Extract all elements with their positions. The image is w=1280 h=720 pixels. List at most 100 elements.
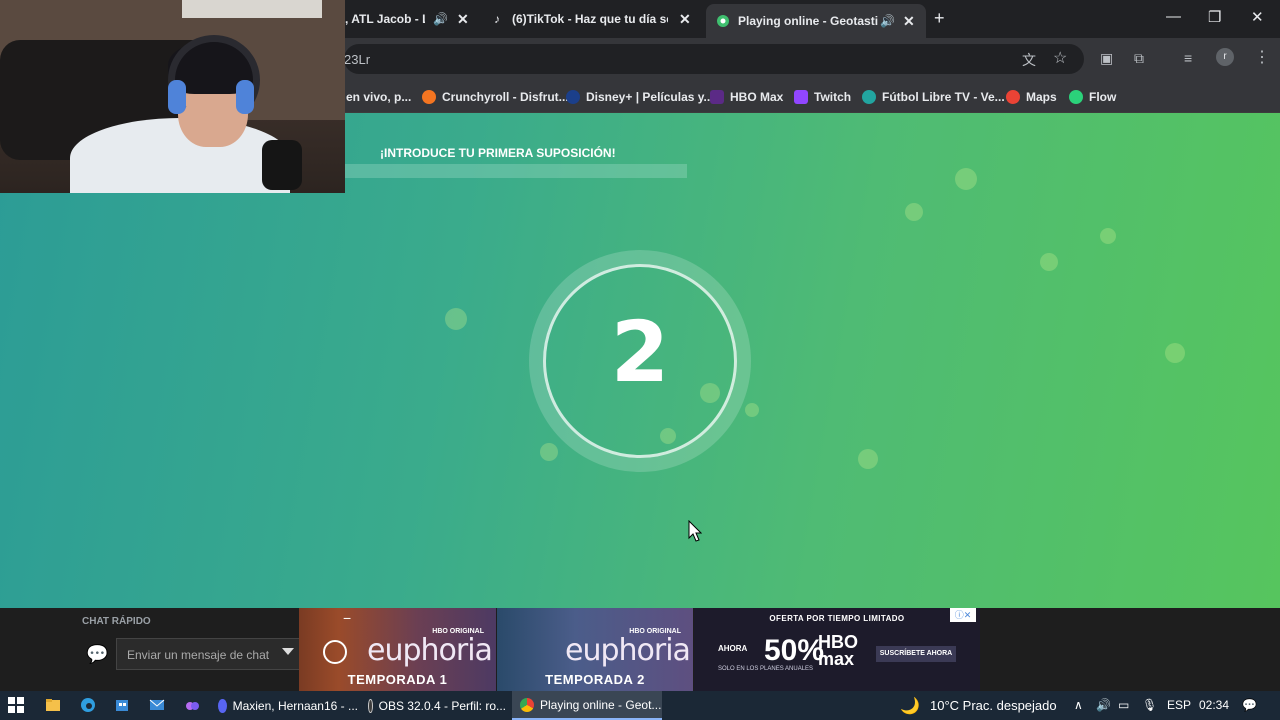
windows-start-icon[interactable]: [8, 697, 24, 713]
webcam-headset-ear: [168, 80, 186, 114]
store-icon[interactable]: [114, 697, 130, 713]
mail-icon[interactable]: [149, 697, 165, 713]
bookmark-item[interactable]: Disney+ | Películas y...: [566, 87, 714, 107]
collapse-ad-icon[interactable]: −: [343, 610, 351, 626]
bookmark-star-icon[interactable]: ☆: [1053, 48, 1067, 68]
ad-euphoria-season-2[interactable]: HBO ORIGINAL euphoria TEMPORADA 2: [497, 608, 693, 691]
tab-title: (6)TikTok - Haz que tu día sea e: [512, 12, 668, 26]
taskbar-app-obs[interactable]: OBS 32.0.4 - Perfil: ro...: [360, 691, 506, 720]
taskbar-app-discord[interactable]: Maxien, Hernaan16 - ...: [210, 691, 358, 720]
season-label: TEMPORADA 2: [545, 672, 645, 687]
bokeh-light: [745, 403, 759, 417]
season-label: TEMPORADA 1: [347, 672, 448, 687]
translate-icon[interactable]: 文: [1022, 50, 1036, 70]
speaker-icon[interactable]: 🔊: [880, 14, 895, 28]
close-window-icon[interactable]: ✕: [1251, 8, 1264, 26]
taskbar-app-chrome[interactable]: Playing online - Geot...: [512, 691, 662, 720]
quick-chat-label: CHAT RÁPIDO: [82, 616, 151, 627]
chevron-down-icon[interactable]: [282, 648, 294, 655]
weather-text[interactable]: 10°C Prac. despejado: [930, 698, 1057, 713]
bookmark-item[interactable]: Fútbol Libre TV - Ve...: [862, 87, 1005, 107]
bokeh-light: [540, 443, 558, 461]
discount-percent: 50%: [764, 634, 825, 667]
chrome-icon: [520, 697, 534, 712]
obs-icon: [368, 698, 373, 713]
webcam-person-body: [70, 118, 290, 193]
hbo-circle-icon: [323, 640, 347, 664]
webcam-poster: [182, 0, 322, 18]
crunchyroll-icon: [422, 90, 436, 104]
tab-geotastic[interactable]: Playing online - Geotastic 🔊 ✕: [706, 4, 926, 38]
minimize-icon[interactable]: —: [1166, 8, 1181, 25]
chevron-up-icon[interactable]: ∧: [1074, 698, 1083, 712]
clock[interactable]: 02:34: [1199, 698, 1229, 712]
extensions-icon[interactable]: ⧉: [1134, 50, 1144, 67]
close-tab-icon[interactable]: ✕: [457, 11, 469, 28]
ahora-label: AHORA: [718, 644, 748, 653]
disney-icon: [566, 90, 580, 104]
chat-bubble-icon: 💬: [86, 644, 109, 664]
twitch-icon: [794, 90, 808, 104]
media-controls-icon[interactable]: ≡: [1184, 50, 1192, 66]
menu-dots-icon[interactable]: ⋮: [1254, 47, 1270, 67]
euphoria-logo: euphoria: [565, 633, 691, 668]
subscribe-button[interactable]: SUSCRÍBETE AHORA: [876, 646, 956, 662]
ad-euphoria-season-1[interactable]: − HBO ORIGINAL euphoria TEMPORADA 1: [299, 608, 496, 691]
webcam-headset-ear: [236, 80, 254, 114]
bokeh-light: [1100, 228, 1116, 244]
bottom-bar: CHAT RÁPIDO 💬 Enviar un mensaje de chat …: [0, 608, 1280, 691]
tab-search-icon[interactable]: ▣: [1100, 50, 1113, 67]
app-icon[interactable]: [184, 697, 200, 713]
network-icon[interactable]: ▭: [1118, 698, 1129, 712]
euphoria-logo: euphoria: [367, 633, 493, 668]
webcam-microphone: [262, 140, 302, 190]
address-bar[interactable]: 23Lr: [344, 44, 1084, 74]
taskbar: Maxien, Hernaan16 - ... OBS 32.0.4 - Per…: [0, 691, 1280, 720]
annual-plans-label: SOLO EN LOS PLANES ANUALES: [718, 666, 814, 672]
tab-title: , ATL Jacob - Lur: [345, 12, 425, 26]
prompt-bar: [345, 164, 687, 178]
profile-avatar[interactable]: r: [1216, 48, 1234, 66]
close-tab-icon[interactable]: ✕: [679, 11, 691, 28]
tab-tiktok[interactable]: ♪ (6)TikTok - Haz que tu día sea e ✕: [490, 0, 700, 38]
futbol-libre-icon: [862, 90, 876, 104]
mouse-cursor-icon: [688, 519, 703, 547]
volume-icon[interactable]: 🔊: [1096, 698, 1111, 712]
bookmark-item[interactable]: Twitch: [794, 87, 851, 107]
speaker-icon[interactable]: 🔊: [433, 12, 448, 26]
tab-atl-jacob[interactable]: , ATL Jacob - Lur 🔊 ✕: [345, 0, 475, 38]
bookmark-item[interactable]: en vivo, p...: [346, 87, 411, 107]
flow-icon: [1069, 90, 1083, 104]
webcam-overlay: [0, 0, 345, 193]
chat-input[interactable]: Enviar un mensaje de chat: [116, 638, 300, 670]
language-indicator[interactable]: ESP: [1167, 698, 1191, 712]
restore-icon[interactable]: ❐: [1208, 8, 1221, 26]
bokeh-light: [445, 308, 467, 330]
ad-info-icon[interactable]: ⓘ✕: [950, 608, 976, 622]
offer-label: OFERTA POR TIEMPO LIMITADO: [769, 614, 905, 623]
notifications-icon[interactable]: 💬: [1242, 698, 1257, 712]
weather-icon[interactable]: 🌙: [900, 696, 920, 716]
bokeh-light: [905, 203, 923, 221]
bookmark-item[interactable]: Flow: [1069, 87, 1116, 107]
url-text: 23Lr: [344, 52, 371, 67]
file-explorer-icon[interactable]: [45, 697, 61, 713]
bookmark-item[interactable]: Maps: [1006, 87, 1057, 107]
discord-icon: [218, 698, 227, 713]
bookmark-item[interactable]: HBO Max: [710, 87, 783, 107]
new-tab-icon[interactable]: +: [934, 8, 945, 29]
tiktok-icon: ♪: [494, 12, 500, 26]
bokeh-light: [858, 449, 878, 469]
maps-icon: [1006, 90, 1020, 104]
ad-hbo-max-offer[interactable]: OFERTA POR TIEMPO LIMITADO AHORA 50% SOL…: [694, 608, 980, 691]
bookmark-item[interactable]: Crunchyroll - Disfrut...: [422, 87, 569, 107]
bokeh-light: [1040, 253, 1058, 271]
close-tab-icon[interactable]: ✕: [903, 13, 915, 30]
countdown-number: 2: [610, 303, 670, 401]
tab-title: Playing online - Geotastic: [738, 14, 878, 28]
microphone-icon[interactable]: 🎙: [1142, 698, 1157, 712]
hbo-max-icon: [710, 90, 724, 104]
edge-icon[interactable]: [80, 697, 96, 713]
bokeh-light: [1165, 343, 1185, 363]
guess-prompt: ¡INTRODUCE TU PRIMERA SUPOSICIÓN!: [380, 146, 616, 160]
